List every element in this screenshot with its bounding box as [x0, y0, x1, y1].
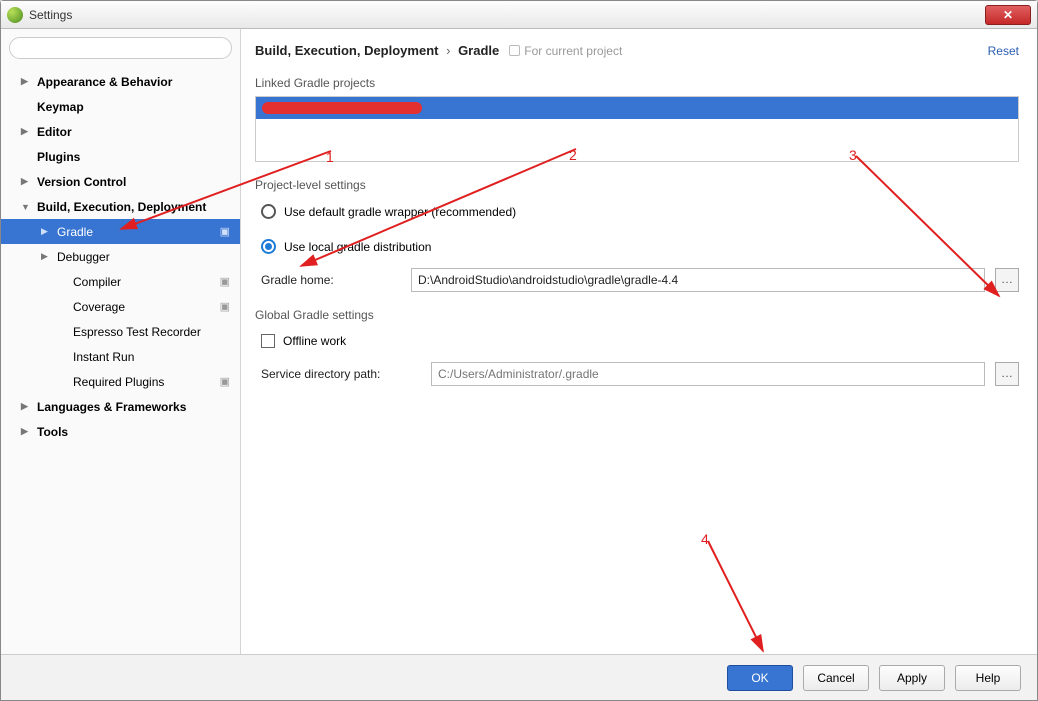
redacted-name — [262, 102, 422, 114]
scope-icon — [509, 45, 520, 56]
sidebar-item-label: Version Control — [37, 175, 126, 189]
offline-work-label: Offline work — [283, 334, 346, 348]
breadcrumb: Build, Execution, Deployment › Gradle — [255, 43, 499, 58]
service-dir-label: Service directory path: — [261, 367, 421, 381]
tree-arrow-icon: ▶ — [21, 176, 33, 187]
breadcrumb-sep: › — [446, 43, 450, 58]
sidebar-item-tools[interactable]: ▶ Tools — [1, 419, 240, 444]
sidebar-item-debugger[interactable]: ▶ Debugger — [1, 244, 240, 269]
scope-icon: ▣ — [220, 275, 230, 288]
sidebar-item-label: Debugger — [57, 250, 110, 264]
sidebar-item-languages-frameworks[interactable]: ▶ Languages & Frameworks — [1, 394, 240, 419]
service-dir-input[interactable] — [431, 362, 985, 386]
help-button[interactable]: Help — [955, 665, 1021, 691]
close-button[interactable]: ✕ — [985, 5, 1031, 25]
scope-icon: ▣ — [220, 375, 230, 388]
app-icon — [7, 7, 23, 23]
service-dir-browse-button[interactable]: … — [995, 362, 1019, 386]
sidebar-item-editor[interactable]: ▶ Editor — [1, 119, 240, 144]
apply-button[interactable]: Apply — [879, 665, 945, 691]
radio-default-wrapper[interactable] — [261, 204, 276, 219]
sidebar-item-label: Languages & Frameworks — [37, 400, 186, 414]
settings-sidebar: ▶ Appearance & Behavior Keymap ▶ Editor Plugi… — [1, 29, 241, 654]
breadcrumb-part: Build, Execution, Deployment — [255, 43, 438, 58]
sidebar-item-label: Coverage — [73, 300, 125, 314]
sidebar-item-espresso-test-recorder[interactable]: Espresso Test Recorder — [1, 319, 240, 344]
breadcrumb-part: Gradle — [458, 43, 499, 58]
sidebar-item-keymap[interactable]: Keymap — [1, 94, 240, 119]
tree-arrow-icon: ▼ — [21, 202, 33, 212]
dialog-footer: OK Cancel Apply Help — [1, 654, 1037, 700]
main-panel: Build, Execution, Deployment › Gradle Fo… — [241, 29, 1037, 654]
titlebar: Settings ✕ — [1, 1, 1037, 29]
sidebar-item-coverage[interactable]: Coverage ▣ — [1, 294, 240, 319]
sidebar-item-label: Instant Run — [73, 350, 134, 364]
gradle-home-label: Gradle home: — [261, 273, 401, 287]
sidebar-item-label: Build, Execution, Deployment — [37, 200, 206, 214]
gradle-home-browse-button[interactable]: … — [995, 268, 1019, 292]
tree-arrow-icon: ▶ — [21, 76, 33, 87]
sidebar-item-instant-run[interactable]: Instant Run — [1, 344, 240, 369]
sidebar-item-appearance-behavior[interactable]: ▶ Appearance & Behavior — [1, 69, 240, 94]
sidebar-item-build-execution-deployment[interactable]: ▼ Build, Execution, Deployment — [1, 194, 240, 219]
settings-tree: ▶ Appearance & Behavior Keymap ▶ Editor Plugi… — [1, 65, 240, 654]
gradle-home-input[interactable] — [411, 268, 985, 292]
tree-arrow-icon: ▶ — [21, 426, 33, 437]
project-level-label: Project-level settings — [241, 162, 1037, 198]
sidebar-item-label: Appearance & Behavior — [37, 75, 172, 89]
sidebar-item-label: Gradle — [57, 225, 93, 239]
sidebar-item-label: Keymap — [37, 100, 84, 114]
radio-local-distribution-label: Use local gradle distribution — [284, 240, 431, 254]
scope-icon: ▣ — [220, 300, 230, 313]
linked-project-row[interactable] — [256, 97, 1018, 119]
tree-arrow-icon: ▶ — [21, 126, 33, 137]
sidebar-item-gradle[interactable]: ▶ Gradle ▣ — [1, 219, 240, 244]
ok-button[interactable]: OK — [727, 665, 793, 691]
cancel-button[interactable]: Cancel — [803, 665, 869, 691]
tree-arrow-icon: ▶ — [41, 226, 53, 237]
sidebar-item-label: Compiler — [73, 275, 121, 289]
sidebar-item-compiler[interactable]: Compiler ▣ — [1, 269, 240, 294]
reset-link[interactable]: Reset — [988, 44, 1019, 58]
radio-local-distribution[interactable] — [261, 239, 276, 254]
linked-projects-list[interactable] — [255, 96, 1019, 162]
sidebar-item-label: Espresso Test Recorder — [73, 325, 201, 339]
sidebar-item-required-plugins[interactable]: Required Plugins ▣ — [1, 369, 240, 394]
sidebar-item-label: Editor — [37, 125, 72, 139]
search-input[interactable] — [9, 37, 232, 59]
sidebar-item-label: Plugins — [37, 150, 80, 164]
window-title: Settings — [29, 8, 985, 22]
global-settings-label: Global Gradle settings — [241, 298, 1037, 328]
tree-arrow-icon: ▶ — [41, 251, 53, 262]
offline-work-checkbox[interactable] — [261, 334, 275, 348]
sidebar-item-plugins[interactable]: Plugins — [1, 144, 240, 169]
sidebar-item-label: Tools — [37, 425, 68, 439]
radio-default-wrapper-label: Use default gradle wrapper (recommended) — [284, 205, 516, 219]
sidebar-item-label: Required Plugins — [73, 375, 164, 389]
tree-arrow-icon: ▶ — [21, 401, 33, 412]
scope-icon: ▣ — [220, 225, 230, 238]
linked-projects-label: Linked Gradle projects — [241, 68, 1037, 96]
scope-hint: For current project — [509, 44, 622, 58]
sidebar-item-version-control[interactable]: ▶ Version Control — [1, 169, 240, 194]
